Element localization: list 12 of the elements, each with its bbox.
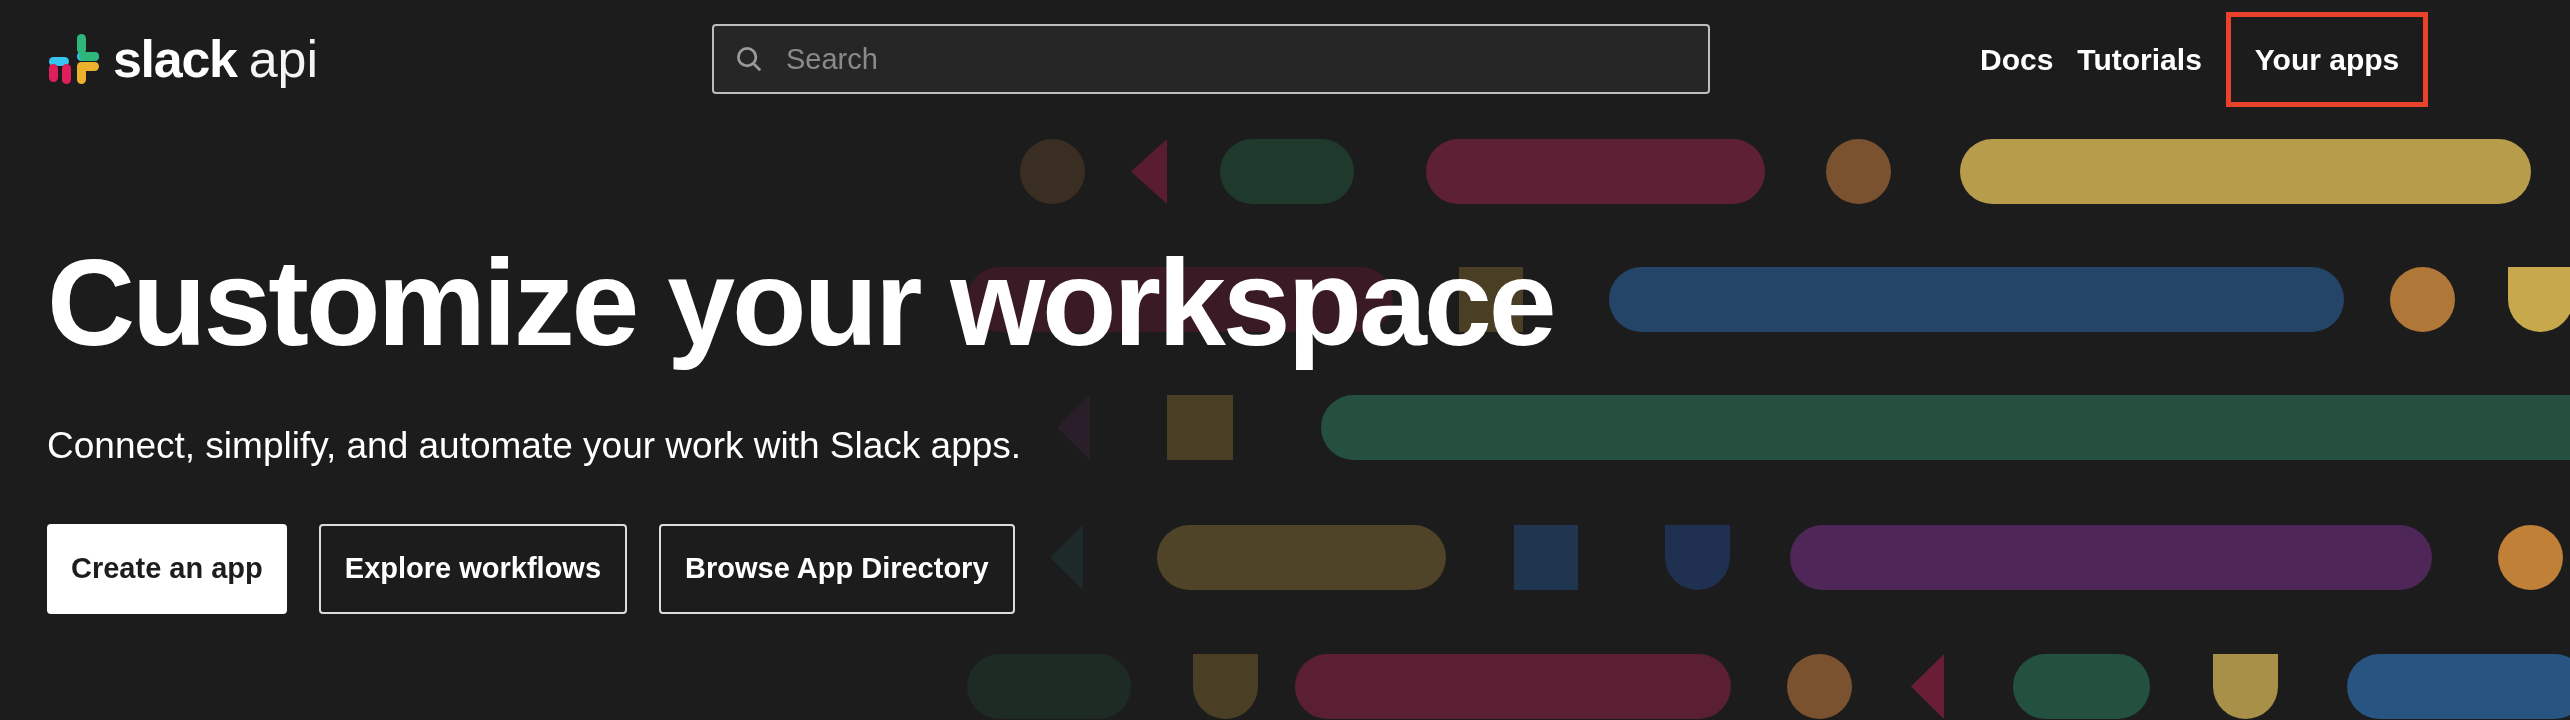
primary-button[interactable]: Create an app (47, 523, 287, 614)
nav-link[interactable]: Tutorials (2077, 16, 2202, 102)
search-field[interactable]: Search (712, 24, 1710, 94)
nav-link[interactable]: Docs (1980, 16, 2054, 102)
logo-wordmark: slack (113, 33, 237, 85)
hash-logo-icon (47, 32, 101, 86)
outline-button[interactable]: Explore workflows (318, 523, 628, 614)
outline-button[interactable]: Browse App Directory (659, 523, 1015, 614)
search-icon (734, 44, 764, 74)
nav-link[interactable]: Your apps (2225, 11, 2429, 107)
hero-title: Customize your workspace (47, 234, 1554, 373)
hero-subtitle: Connect, simplify, and automate your work with Slack apps. (47, 424, 1023, 469)
